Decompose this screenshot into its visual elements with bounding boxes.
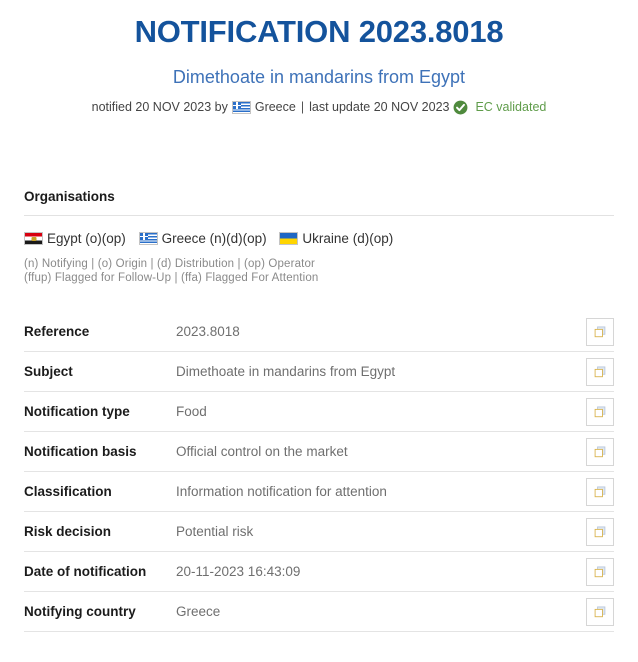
organisation-roles: (n)(d)(op) bbox=[209, 231, 267, 246]
detail-label-notification-basis: Notification basis bbox=[24, 444, 137, 459]
ec-validated-label: EC validated bbox=[475, 100, 547, 114]
organisation-name: Ukraine bbox=[302, 231, 349, 246]
page-subtitle: Dimethoate in mandarins from Egypt bbox=[172, 67, 466, 87]
detail-value-subject: Dimethoate in mandarins from Egypt bbox=[176, 364, 396, 379]
organisation-item-ukraine[interactable]: Ukraine (d)(op) bbox=[279, 231, 393, 246]
table-row: Risk decision Potential risk bbox=[24, 512, 614, 552]
detail-value-notification-type: Food bbox=[176, 404, 207, 419]
organisation-item-egypt[interactable]: Egypt (o)(op) bbox=[24, 231, 130, 246]
copy-button-date-of-notification[interactable] bbox=[586, 557, 614, 586]
detail-value-date-of-notification: 20-11-2023 16:43:09 bbox=[176, 564, 301, 579]
copy-button-notifying-country[interactable] bbox=[586, 597, 614, 626]
copy-button-notification-basis[interactable] bbox=[586, 437, 614, 466]
detail-value-container: Food bbox=[171, 392, 614, 431]
copy-icon bbox=[593, 445, 607, 459]
meta-notified-text: notified 20 NOV 2023 by bbox=[91, 100, 228, 114]
organisations-divider bbox=[24, 215, 614, 216]
detail-label-subject: Subject bbox=[24, 364, 73, 379]
detail-value-container: Dimethoate in mandarins from Egypt bbox=[171, 352, 614, 391]
detail-value-container: Official control on the market bbox=[171, 432, 614, 471]
organisation-item-greece[interactable]: Greece (n)(d)(op) bbox=[138, 231, 271, 246]
detail-value-container: Information notification for attention bbox=[171, 472, 614, 511]
organisation-roles: (o)(op) bbox=[85, 231, 126, 246]
page-title: NOTIFICATION 2023.8018 bbox=[134, 14, 504, 49]
copy-icon bbox=[593, 365, 607, 379]
organisations-legend: (n) Notifying | (o) Origin | (d) Distrib… bbox=[24, 257, 614, 285]
table-row: Notifying country Greece bbox=[24, 592, 614, 632]
detail-value-notification-basis: Official control on the market bbox=[176, 444, 348, 459]
detail-value-notifying-country: Greece bbox=[176, 604, 221, 619]
copy-button-subject[interactable] bbox=[586, 357, 614, 386]
copy-icon bbox=[593, 485, 607, 499]
organisations-section: Organisations Egypt (o)(op) Greece (n)(d… bbox=[24, 117, 614, 285]
table-row: Subject Dimethoate in mandarins from Egy… bbox=[24, 352, 614, 392]
copy-icon bbox=[593, 565, 607, 579]
detail-label-classification: Classification bbox=[24, 484, 112, 499]
table-row: Reference 2023.8018 bbox=[24, 312, 614, 352]
legend-line-roles: (n) Notifying | (o) Origin | (d) Distrib… bbox=[24, 258, 316, 270]
organisation-name: Greece bbox=[161, 231, 206, 246]
detail-value-container: 2023.8018 bbox=[171, 312, 614, 351]
flag-greece-icon bbox=[231, 100, 251, 114]
meta-separator: | bbox=[300, 100, 305, 114]
organisation-name: Egypt bbox=[47, 231, 82, 246]
notification-header: NOTIFICATION 2023.8018 Dimethoate in man… bbox=[0, 0, 638, 117]
detail-label-risk-decision: Risk decision bbox=[24, 524, 112, 539]
table-row: Notification basis Official control on t… bbox=[24, 432, 614, 472]
detail-value-container: Potential risk bbox=[171, 512, 614, 551]
meta-notifying-country: Greece bbox=[254, 100, 296, 114]
detail-label-notifying-country: Notifying country bbox=[24, 604, 136, 619]
table-row: Notification type Food bbox=[24, 392, 614, 432]
flag-greece-icon bbox=[138, 232, 158, 245]
legend-line-flags: (ffup) Flagged for Follow-Up | (ffa) Fla… bbox=[24, 272, 319, 284]
detail-value-container: 20-11-2023 16:43:09 bbox=[171, 552, 614, 591]
notification-meta: notified 20 NOV 2023 by Greece | last up… bbox=[0, 97, 638, 117]
copy-button-risk-decision[interactable] bbox=[586, 517, 614, 546]
flag-ukraine-icon bbox=[279, 232, 299, 245]
detail-label-date-of-notification: Date of notification bbox=[24, 564, 147, 579]
detail-value-classification: Information notification for attention bbox=[176, 484, 387, 499]
copy-icon bbox=[593, 605, 607, 619]
copy-button-notification-type[interactable] bbox=[586, 397, 614, 426]
table-row: Classification Information notification … bbox=[24, 472, 614, 512]
organisation-roles: (d)(op) bbox=[352, 231, 394, 246]
detail-label-notification-type: Notification type bbox=[24, 404, 130, 419]
detail-value-container: Greece bbox=[171, 592, 614, 631]
copy-button-classification[interactable] bbox=[586, 477, 614, 506]
copy-icon bbox=[593, 325, 607, 339]
copy-button-reference[interactable] bbox=[586, 317, 614, 346]
copy-icon bbox=[593, 405, 607, 419]
notification-details-table: Reference 2023.8018 Subject Dimethoate i… bbox=[24, 285, 614, 632]
detail-value-reference: 2023.8018 bbox=[176, 324, 240, 339]
organisations-list: Egypt (o)(op) Greece (n)(d)(op) Ukraine … bbox=[24, 229, 614, 249]
flag-egypt-icon bbox=[24, 232, 43, 245]
detail-label-reference: Reference bbox=[24, 324, 90, 339]
organisations-heading: Organisations bbox=[24, 189, 115, 204]
meta-last-update: last update 20 NOV 2023 bbox=[309, 100, 450, 114]
check-circle-icon bbox=[453, 100, 468, 115]
copy-icon bbox=[593, 525, 607, 539]
detail-value-risk-decision: Potential risk bbox=[176, 524, 254, 539]
table-row: Date of notification 20-11-2023 16:43:09 bbox=[24, 552, 614, 592]
